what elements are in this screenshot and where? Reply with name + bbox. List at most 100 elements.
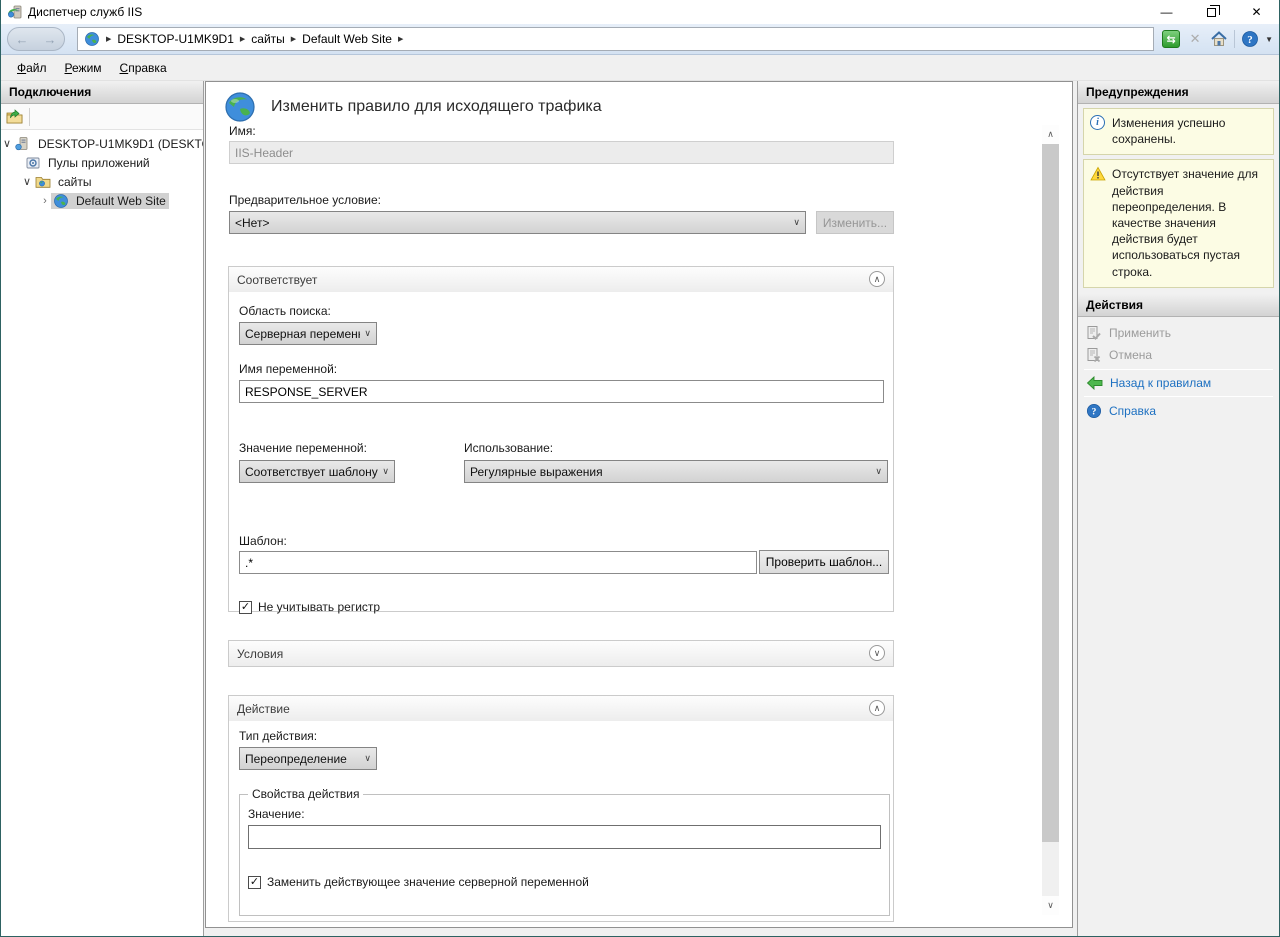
toolbar-separator xyxy=(29,108,30,126)
warning-icon xyxy=(1090,166,1106,182)
server-icon xyxy=(15,136,31,152)
alerts-header: Предупреждения xyxy=(1078,81,1279,104)
breadcrumb-arrow-icon[interactable]: ▶ xyxy=(240,35,245,43)
chevron-down-icon: ∨ xyxy=(364,753,371,764)
restore-button[interactable] xyxy=(1189,0,1234,24)
breadcrumb-server[interactable]: DESKTOP-U1MK9D1 xyxy=(117,32,233,46)
expander-open-icon[interactable]: ∨ xyxy=(1,137,13,150)
replace-value-checkbox[interactable]: ✓ Заменить действующее значение серверно… xyxy=(248,875,589,889)
chevron-down-icon: ∨ xyxy=(875,466,882,477)
actions-header: Действия xyxy=(1078,294,1279,317)
cancel-icon xyxy=(1086,347,1102,363)
chevron-down-icon: ∨ xyxy=(364,328,371,339)
menu-bar: Файл Режим Справка xyxy=(1,55,1279,81)
page-globe-icon xyxy=(223,90,257,124)
scroll-down-icon[interactable]: ∨ xyxy=(1042,896,1059,915)
checkbox-checked-icon: ✓ xyxy=(239,601,252,614)
svg-text:?: ? xyxy=(1092,406,1097,417)
menu-help[interactable]: Справка xyxy=(112,58,175,78)
apply-action: Применить xyxy=(1078,322,1279,344)
action-section-title: Действие xyxy=(237,702,290,716)
right-panel: Предупреждения i Изменения успешно сохра… xyxy=(1077,81,1279,936)
iis-manager-window: Диспетчер служб IIS — ✕ ← → ▶ DESKTOP-U1… xyxy=(0,0,1280,937)
variable-value-select[interactable]: Соответствует шаблону ∨ xyxy=(239,460,395,483)
tree-item-default-web-site[interactable]: › Default Web Site xyxy=(1,191,203,210)
breadcrumb-arrow-icon: ▶ xyxy=(106,35,111,43)
save-connection-icon[interactable] xyxy=(6,109,23,125)
chevron-down-icon: ∨ xyxy=(382,466,389,477)
back-arrow-icon xyxy=(1086,376,1103,390)
breadcrumb[interactable]: ▶ DESKTOP-U1MK9D1 ▶ сайты ▶ Default Web … xyxy=(77,27,1154,51)
expand-icon[interactable]: ∨ xyxy=(869,645,885,661)
expander-closed-icon[interactable]: › xyxy=(39,195,51,207)
chevron-down-icon: ∨ xyxy=(793,217,800,228)
action-value-label: Значение: xyxy=(248,807,305,821)
content-scrollbar[interactable]: ∧ ∨ xyxy=(1042,125,1059,915)
scope-label: Область поиска: xyxy=(239,304,331,318)
close-button[interactable]: ✕ xyxy=(1234,0,1279,24)
toolbar-separator xyxy=(1234,30,1235,48)
stop-icon: ✕ xyxy=(1186,30,1204,48)
action-properties-group: Свойства действия Значение: ✓ Заменить д… xyxy=(239,794,890,916)
back-arrow-icon[interactable]: ← xyxy=(16,32,29,47)
menu-file[interactable]: Файл xyxy=(9,58,55,78)
site-globe-icon xyxy=(53,193,69,209)
sites-folder-icon xyxy=(35,174,51,190)
using-select[interactable]: Регулярные выражения ∨ xyxy=(464,460,888,483)
checkbox-checked-icon: ✓ xyxy=(248,876,261,889)
tree-item-server[interactable]: ∨ DESKTOP-U1MK9D1 (DESKTOI xyxy=(1,134,203,153)
variable-name-input[interactable] xyxy=(239,380,884,403)
content-area: Изменить правило для исходящего трафика … xyxy=(204,81,1077,936)
edit-precondition-button: Изменить... xyxy=(816,211,894,234)
breadcrumb-sites[interactable]: сайты xyxy=(251,32,285,46)
connections-panel: Подключения ∨ DE xyxy=(1,81,204,936)
back-to-rules-link[interactable]: Назад к правилам xyxy=(1078,373,1279,393)
conditions-section: Условия ∨ xyxy=(228,640,894,667)
scrollbar-thumb[interactable] xyxy=(1042,144,1059,842)
tree-item-sites[interactable]: ∨ сайты xyxy=(1,172,203,191)
collapse-icon[interactable]: ∧ xyxy=(869,271,885,287)
precondition-select[interactable]: <Нет> ∨ xyxy=(229,211,806,234)
app-icon xyxy=(7,4,23,20)
pattern-input[interactable] xyxy=(239,551,757,574)
app-pools-icon xyxy=(25,155,41,171)
home-icon[interactable] xyxy=(1210,30,1228,48)
ignore-case-label: Не учитывать регистр xyxy=(258,600,380,614)
forward-arrow-icon[interactable]: → xyxy=(44,32,57,47)
breadcrumb-default-web-site[interactable]: Default Web Site xyxy=(302,32,392,46)
breadcrumb-arrow-icon[interactable]: ▶ xyxy=(291,35,296,43)
edit-outbound-rule-page: Изменить правило для исходящего трафика … xyxy=(205,81,1073,928)
breadcrumb-arrow-icon[interactable]: ▶ xyxy=(398,35,403,43)
help-dropdown-caret-icon[interactable]: ▼ xyxy=(1265,35,1273,44)
ignore-case-checkbox[interactable]: ✓ Не учитывать регистр xyxy=(239,600,380,614)
nav-back-forward[interactable]: ← → xyxy=(7,27,65,51)
action-value-input[interactable] xyxy=(248,825,881,849)
connections-header: Подключения xyxy=(1,81,203,104)
name-field xyxy=(229,141,894,164)
action-type-select[interactable]: Переопределение ∨ xyxy=(239,747,377,770)
help-icon[interactable]: ? xyxy=(1241,30,1259,48)
tree-item-label: Default Web Site xyxy=(73,193,169,209)
tree-item-label: сайты xyxy=(55,174,95,190)
cancel-action: Отмена xyxy=(1078,344,1279,366)
tree-item-label: DESKTOP-U1MK9D1 (DESKTOI xyxy=(35,136,203,152)
help-link[interactable]: ? Справка xyxy=(1078,400,1279,422)
variable-value-label: Значение переменной: xyxy=(239,441,367,455)
restore-icon xyxy=(1207,8,1216,17)
match-section-title: Соответствует xyxy=(237,273,317,287)
variable-name-label: Имя переменной: xyxy=(239,362,337,376)
menu-view[interactable]: Режим xyxy=(57,58,110,78)
action-properties-legend: Свойства действия xyxy=(248,787,363,801)
svg-text:?: ? xyxy=(1247,34,1253,46)
restart-icon[interactable]: ⇆ xyxy=(1162,30,1180,48)
address-bar: ← → ▶ DESKTOP-U1MK9D1 ▶ сайты ▶ Default … xyxy=(1,24,1279,55)
test-pattern-button[interactable]: Проверить шаблон... xyxy=(759,550,889,574)
expander-open-icon[interactable]: ∨ xyxy=(21,175,33,188)
scope-select[interactable]: Серверная переменн ∨ xyxy=(239,322,377,345)
collapse-icon[interactable]: ∧ xyxy=(869,700,885,716)
action-type-label: Тип действия: xyxy=(239,729,317,743)
scroll-up-icon[interactable]: ∧ xyxy=(1042,125,1059,144)
minimize-button[interactable]: — xyxy=(1144,0,1189,24)
tree-item-app-pools[interactable]: Пулы приложений xyxy=(1,153,203,172)
help-icon: ? xyxy=(1086,403,1102,419)
